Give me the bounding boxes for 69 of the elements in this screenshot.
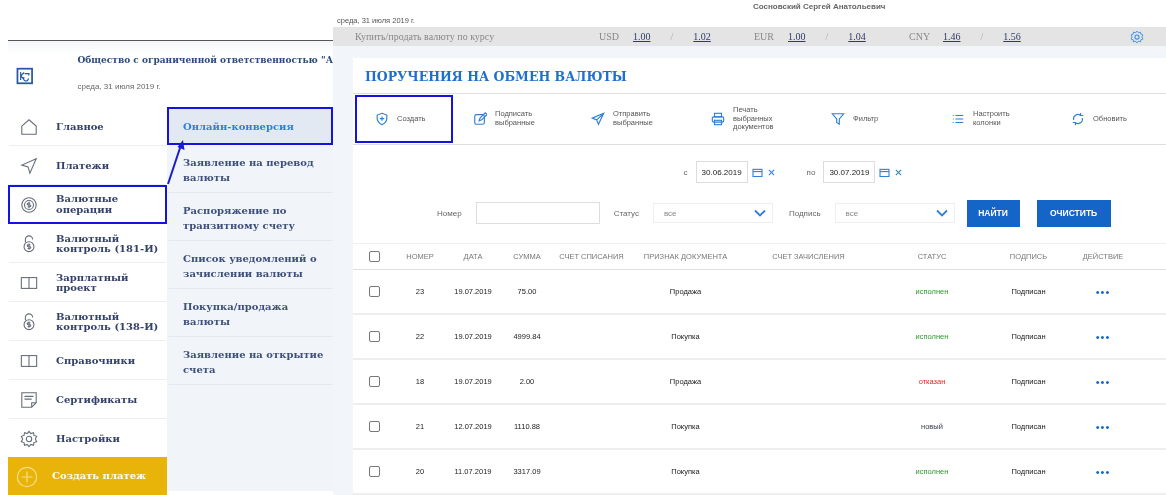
buy-rate-link[interactable]: 1.00 (788, 31, 806, 42)
page-title: ПОРУЧЕНИЯ НА ОБМЕН ВАЛЮТЫ (364, 68, 628, 86)
more-actions-button[interactable]: ••• (1095, 285, 1111, 298)
select-all-checkbox[interactable] (369, 251, 380, 262)
settings-icon (20, 430, 38, 448)
date-to-field[interactable]: 30.07.2019 (823, 161, 876, 183)
row-checkbox[interactable] (369, 286, 380, 297)
chevron-down-icon (935, 209, 948, 217)
menu-item[interactable]: Валютные операции (8, 185, 167, 224)
submenu-item[interactable]: Покупка/продажа валюты (167, 289, 333, 337)
sell-rate-link[interactable]: 1.56 (1003, 31, 1021, 42)
row-checkbox[interactable] (369, 376, 380, 387)
currency-code: CNY (909, 31, 932, 42)
rate-separator: / (980, 31, 984, 42)
paper-plane-icon (20, 157, 38, 175)
find-button[interactable]: НАЙТИ (966, 199, 1020, 227)
user-name: Сосновский Сергей Анатольевич (753, 2, 886, 11)
date-to-label: по (806, 167, 816, 177)
clear-icon[interactable] (767, 168, 775, 176)
more-actions-button[interactable]: ••• (1095, 420, 1111, 433)
rates-label: Купить/продать валюту по курсу (355, 31, 496, 42)
submenu-item[interactable]: Распоряжение по транзитному счету (167, 193, 333, 241)
current-date: среда, 31 июля 2019 г. (77, 82, 162, 91)
signature-dropdown[interactable]: все (834, 203, 955, 223)
row-checkbox[interactable] (369, 421, 380, 432)
sell-rate-link[interactable]: 1.02 (693, 31, 711, 42)
chevron-down-icon (753, 209, 766, 217)
more-actions-button[interactable]: ••• (1095, 330, 1111, 343)
pencil-icon (473, 112, 487, 126)
buy-rate-link[interactable]: 1.00 (633, 31, 651, 42)
more-actions-button[interactable]: ••• (1095, 375, 1111, 388)
book-icon (20, 352, 38, 370)
currency-code: EUR (754, 31, 775, 42)
number-label: Номер (437, 208, 462, 218)
status-label: Статус (613, 208, 639, 218)
date-from-label: с (683, 167, 688, 177)
book-icon (20, 274, 38, 292)
date-from-field[interactable]: 30.06.2019 (695, 161, 748, 183)
clear-icon[interactable] (895, 168, 903, 176)
printer-icon (711, 112, 725, 126)
plus-circle-icon (16, 465, 38, 488)
row-checkbox[interactable] (369, 331, 380, 342)
organization-name: Общество с ограниченной ответственностью "А (77, 55, 333, 65)
calendar-icon[interactable] (751, 167, 763, 177)
filter-icon (831, 112, 845, 126)
sell-rate-link[interactable]: 1.04 (848, 31, 866, 42)
settings-icon[interactable] (1130, 29, 1144, 44)
currency-code: USD (599, 31, 620, 42)
certificate-icon (20, 391, 38, 409)
paper-plane-icon (591, 112, 605, 126)
signature-label: Подпись (788, 208, 821, 218)
number-field[interactable] (475, 202, 600, 224)
row-checkbox[interactable] (369, 466, 380, 477)
padlock-dollar-icon (20, 235, 38, 253)
calendar-icon[interactable] (879, 167, 891, 177)
list-icon (951, 112, 965, 126)
home-icon (20, 118, 38, 136)
submenu-item[interactable]: Список уведомлений о зачислении валюты (167, 241, 333, 289)
currency-exchange-icon (20, 195, 38, 214)
rate-separator: / (825, 31, 829, 42)
more-actions-button[interactable]: ••• (1095, 465, 1111, 478)
status-dropdown[interactable]: все (652, 203, 773, 223)
refresh-icon (1071, 112, 1085, 126)
submenu-item[interactable]: Заявление на открытие счета (167, 337, 333, 385)
rate-separator: / (670, 31, 674, 42)
shield-plus-icon (375, 112, 389, 126)
buy-rate-link[interactable]: 1.46 (943, 31, 961, 42)
padlock-dollar-icon (20, 313, 38, 331)
clear-button[interactable]: ОЧИСТИТЬ (1036, 199, 1111, 227)
